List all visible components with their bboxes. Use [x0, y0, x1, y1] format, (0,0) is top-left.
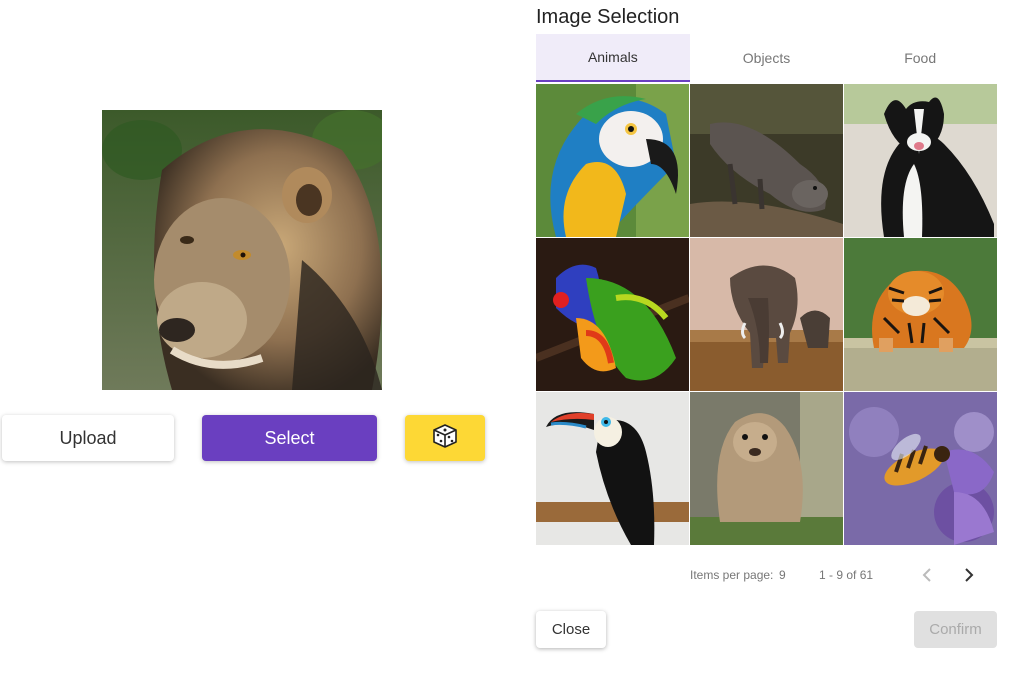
- chevron-left-icon[interactable]: [916, 564, 938, 586]
- confirm-button[interactable]: Confirm: [914, 611, 997, 648]
- tab-food[interactable]: Food: [843, 34, 997, 82]
- image-selection-dialog: Image Selection Animals Objects Food Ite…: [536, 0, 997, 674]
- items-per-page-label: Items per page:: [690, 568, 774, 582]
- image-tile-lorikeet[interactable]: [536, 238, 689, 391]
- image-tile-border-collie[interactable]: [844, 84, 997, 237]
- image-preview-panel: Upload Select: [0, 0, 510, 674]
- select-button[interactable]: Select: [202, 415, 377, 461]
- image-tile-toucan[interactable]: [536, 392, 689, 545]
- page-size-select[interactable]: 9: [779, 568, 786, 582]
- tab-animals[interactable]: Animals: [536, 34, 690, 82]
- image-tile-tiger[interactable]: [844, 238, 997, 391]
- page-range-label: 1 - 9 of 61: [819, 568, 874, 582]
- image-grid: [536, 84, 997, 545]
- image-tile-otter[interactable]: [690, 84, 843, 237]
- preview-image: [102, 110, 382, 390]
- image-tile-marmot[interactable]: [690, 392, 843, 545]
- tab-objects[interactable]: Objects: [690, 34, 844, 82]
- paginator: Items per page: 9 1 - 9 of 61: [536, 560, 997, 590]
- chevron-right-icon[interactable]: [958, 564, 980, 586]
- image-tile-macaw[interactable]: [536, 84, 689, 237]
- image-tile-elephant[interactable]: [690, 238, 843, 391]
- category-tabs: Animals Objects Food: [536, 34, 997, 82]
- random-button[interactable]: [405, 415, 485, 461]
- image-tile-bee-on-flower[interactable]: [844, 392, 997, 545]
- dice-icon: [432, 423, 458, 454]
- close-button[interactable]: Close: [536, 611, 606, 648]
- dialog-title: Image Selection: [536, 6, 680, 28]
- upload-button[interactable]: Upload: [2, 415, 174, 461]
